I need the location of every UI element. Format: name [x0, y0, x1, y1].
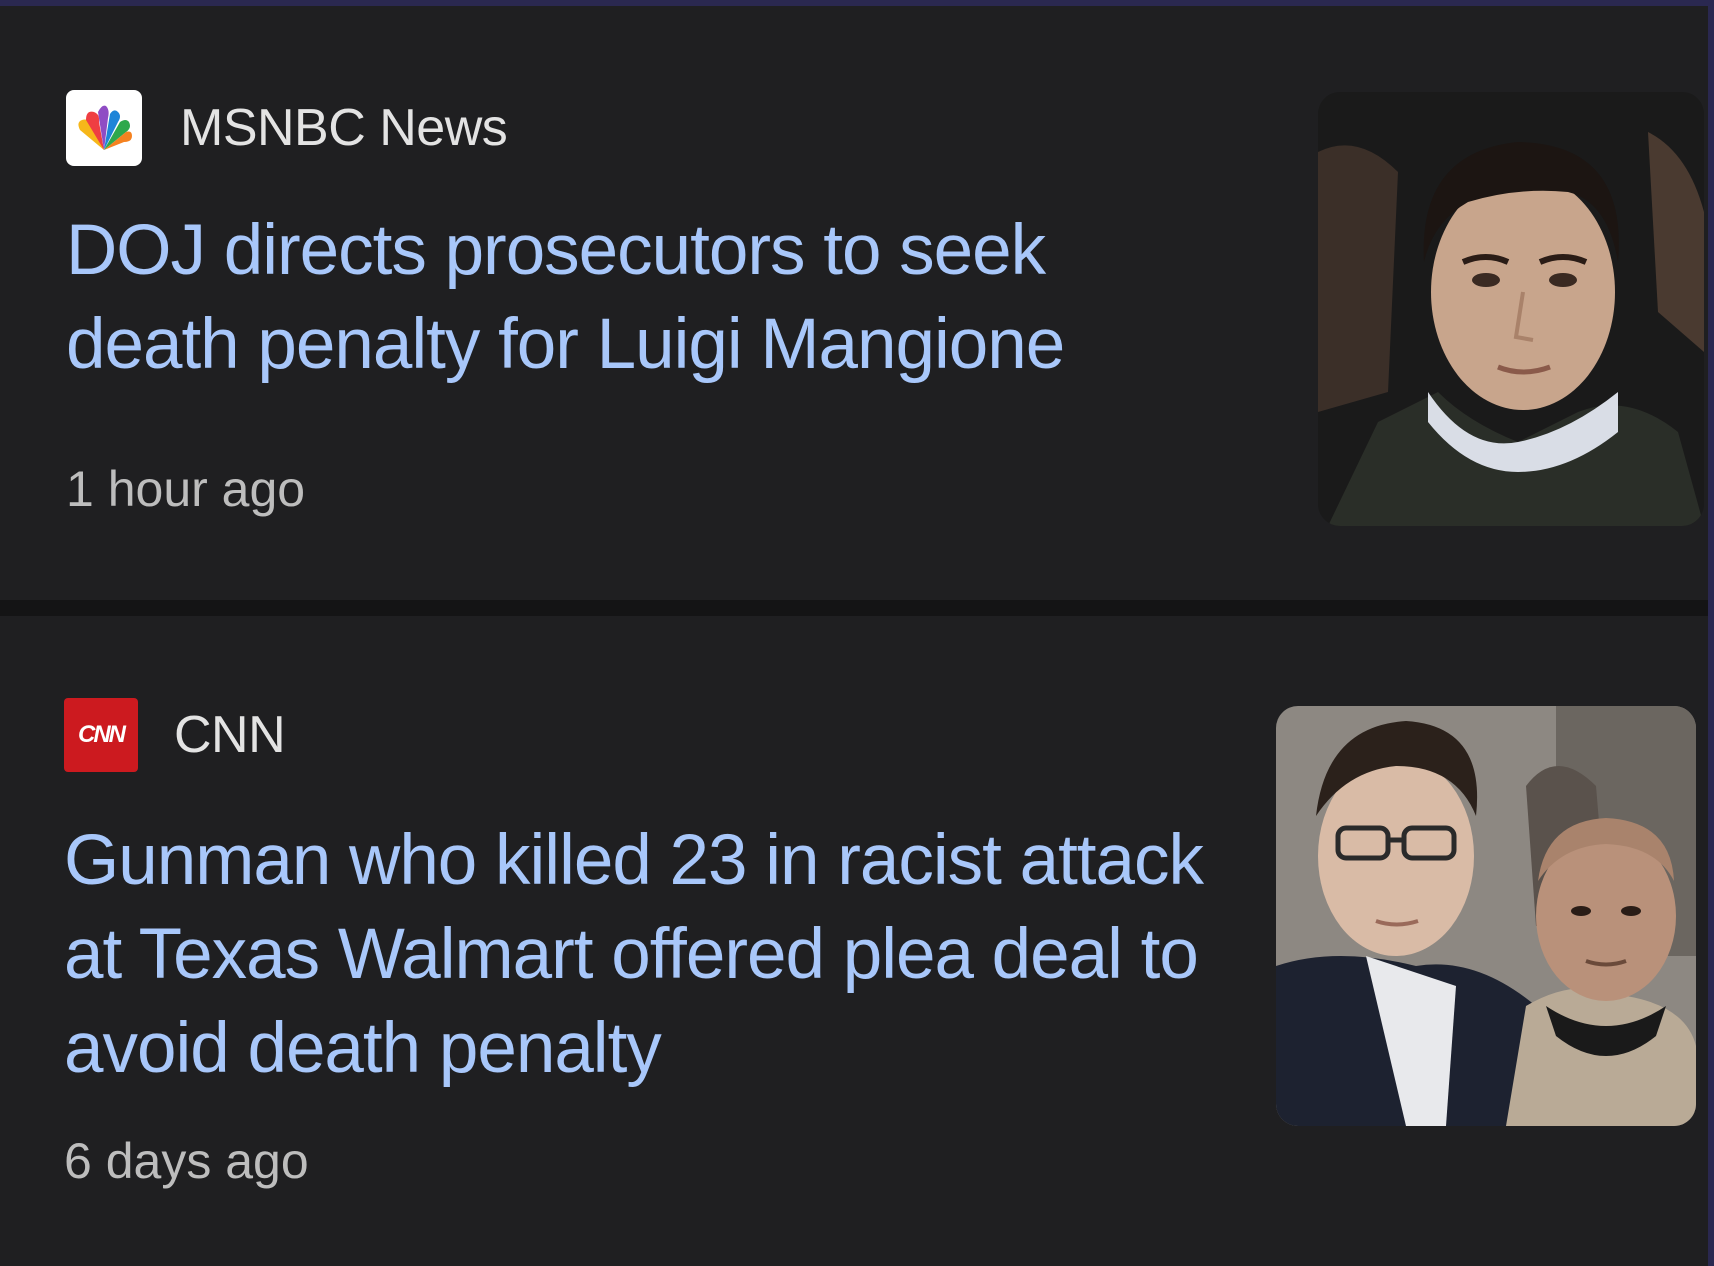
news-feed: MSNBC News DOJ directs prosecutors to se…	[0, 6, 1708, 1266]
source-row: CNN CNN	[64, 698, 286, 772]
timestamp: 1 hour ago	[66, 461, 306, 517]
source-row: MSNBC News	[66, 90, 508, 166]
cnn-logo-icon: CNN	[64, 698, 138, 772]
window-right-border	[1708, 0, 1714, 1266]
source-name: MSNBC News	[180, 99, 508, 157]
timestamp: 6 days ago	[64, 1133, 309, 1189]
source-name: CNN	[174, 706, 286, 764]
headline-link[interactable]: Gunman who killed 23 in racist attack at…	[64, 814, 1244, 1096]
msnbc-peacock-logo-icon	[66, 90, 142, 166]
news-card-msnbc[interactable]: MSNBC News DOJ directs prosecutors to se…	[0, 6, 1708, 600]
headline-link[interactable]: DOJ directs prosecutors to seek death pe…	[66, 204, 1236, 392]
article-thumbnail-image[interactable]	[1318, 92, 1704, 526]
news-card-cnn[interactable]: CNN CNN Gunman who killed 23 in racist a…	[0, 616, 1708, 1266]
article-thumbnail-image[interactable]	[1276, 706, 1696, 1126]
card-divider	[0, 600, 1708, 616]
